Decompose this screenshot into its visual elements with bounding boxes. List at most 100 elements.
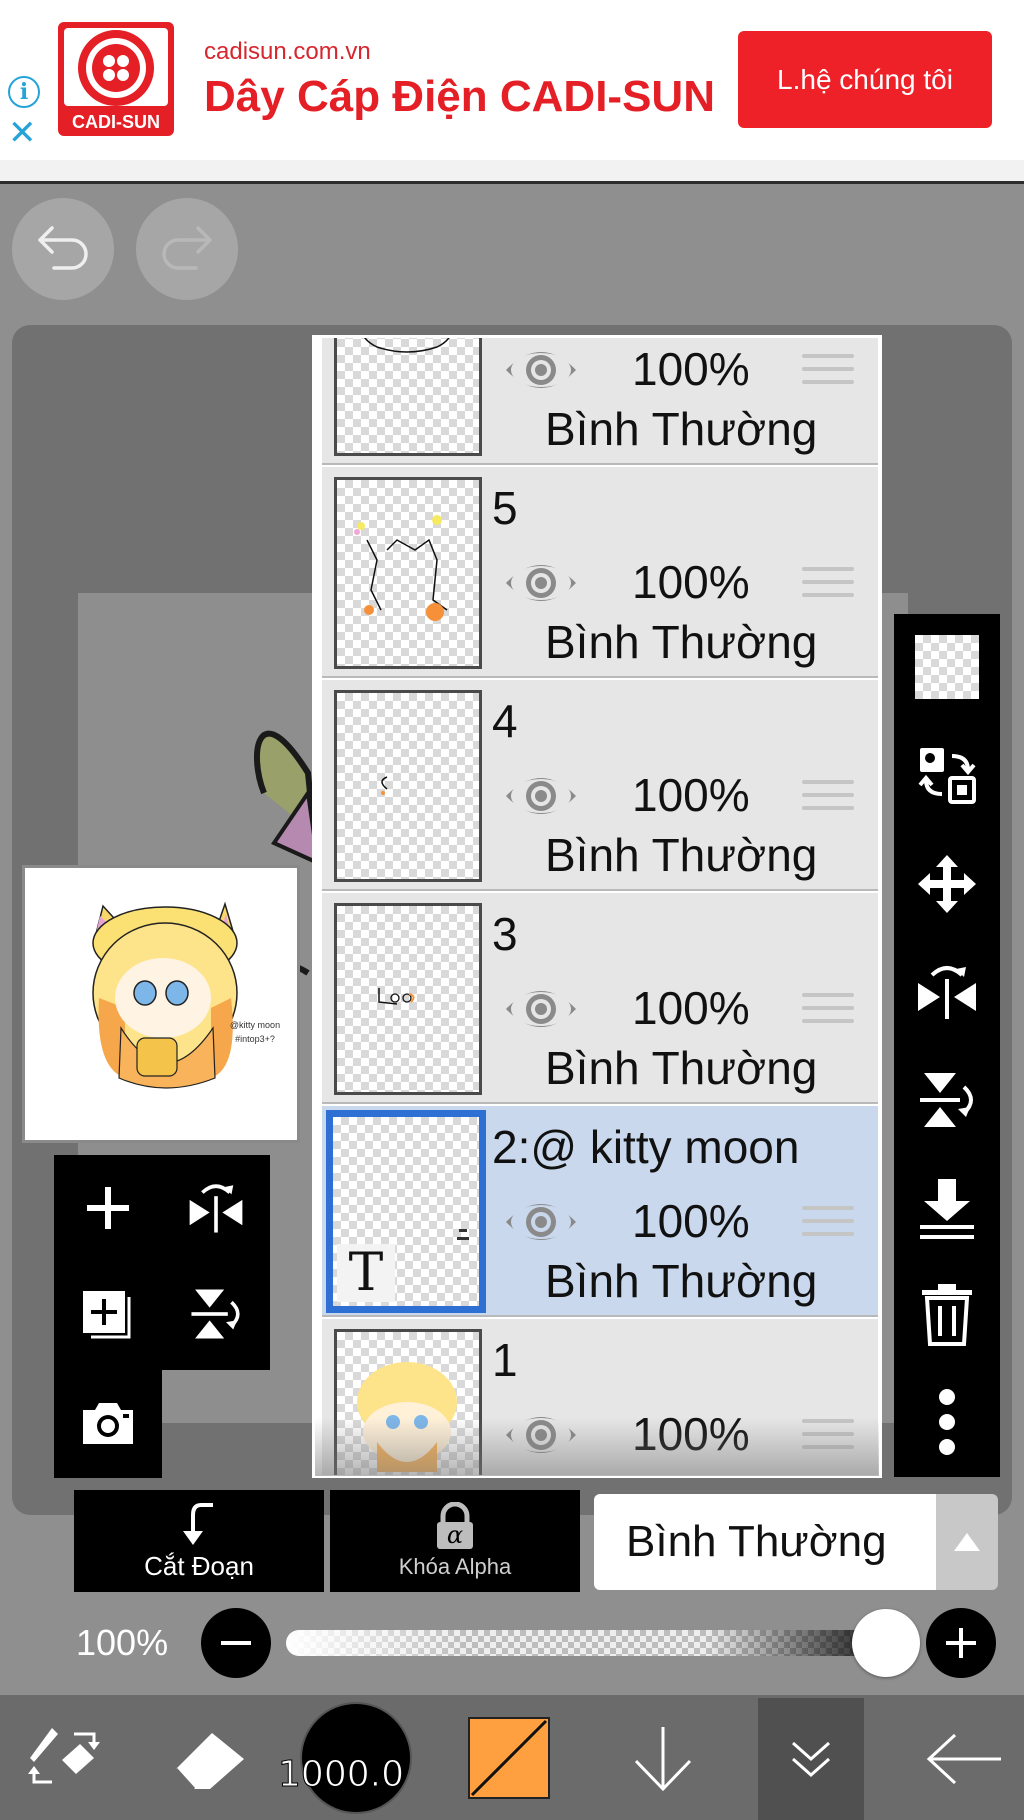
redo-button[interactable] [136, 198, 238, 300]
visibility-eye-icon[interactable] [504, 557, 578, 609]
layer-blend-mode: Bình Thường [545, 1255, 818, 1307]
flip-horizontal-button[interactable] [894, 944, 1000, 1040]
layer-thumbnail[interactable] [334, 903, 482, 1095]
redo-icon [158, 224, 216, 275]
plus-icon [946, 1628, 976, 1658]
opacity-increase-button[interactable] [926, 1608, 996, 1678]
flip-canvas-horizontal-button[interactable] [162, 1155, 270, 1261]
layer-name: 2:@ kitty moon [492, 1121, 800, 1173]
visibility-eye-icon[interactable] [504, 344, 578, 396]
flip-vertical-icon [920, 1073, 973, 1127]
drag-handle-icon[interactable] [802, 1206, 854, 1242]
layer-blend-mode: Bình Thường [545, 829, 818, 881]
ad-close-icon[interactable]: ✕ [8, 116, 37, 150]
drag-handle-icon[interactable] [802, 567, 854, 603]
ad-contact-button[interactable]: L.hệ chúng tôi [738, 31, 992, 128]
drag-handle-icon[interactable] [802, 354, 854, 390]
minus-icon [221, 1641, 251, 1645]
layer-opacity: 100% [632, 1195, 750, 1247]
layer-blend-mode: Bình Thường [545, 616, 818, 668]
ad-divider [0, 160, 1024, 184]
blend-mode-dropdown-button[interactable] [936, 1494, 998, 1590]
svg-text:CADI-SUN: CADI-SUN [72, 112, 160, 132]
layer-thumbnail-art [381, 776, 388, 795]
move-layer-button[interactable] [894, 836, 1000, 932]
double-chevron-down-icon [792, 1741, 830, 1778]
layer-name: 4 [492, 695, 518, 747]
trash-icon [922, 1284, 972, 1346]
flip-canvas-vertical-button[interactable] [162, 1261, 270, 1367]
undo-icon [34, 224, 92, 275]
layer-panel[interactable]: 100% Bình Thường 5 100% Bình Thường 4 100% Bình… [312, 335, 882, 1478]
flip-horizontal-icon [189, 1184, 243, 1233]
lock-icon: α [433, 1502, 477, 1550]
svg-text:@kitty moon: @kitty moon [230, 1020, 280, 1030]
tool-switch-button[interactable] [12, 1695, 118, 1820]
opacity-decrease-button[interactable] [201, 1608, 271, 1678]
layer-opacity: 100% [632, 982, 750, 1034]
layer-thumbnail-art [364, 338, 450, 353]
color-picker-button[interactable] [466, 1695, 552, 1820]
layer-name: 1 [492, 1334, 518, 1386]
opacity-slider-track[interactable] [286, 1630, 886, 1656]
duplicate-layer-button[interactable] [54, 1261, 162, 1367]
layer-down-button[interactable] [618, 1695, 708, 1820]
layer-thumbnail[interactable] [334, 477, 482, 669]
bottom-toolbar [0, 1695, 1024, 1820]
triangle-up-icon [954, 1533, 980, 1551]
flip-horizontal-icon [918, 966, 976, 1019]
layer-opacity: 100% [632, 769, 750, 821]
drag-handle-icon[interactable] [802, 780, 854, 816]
layer-thumbnail-art [378, 988, 415, 1005]
reference-preview[interactable]: @kitty moon #intop3+? [22, 865, 300, 1143]
visibility-eye-icon[interactable] [504, 1196, 578, 1248]
layer-thumbnail[interactable] [334, 338, 482, 456]
layer-add-tools [54, 1155, 270, 1370]
swap-layers-icon [918, 748, 976, 804]
alpha-lock-label: Khóa Alpha [398, 1554, 512, 1579]
add-layer-button[interactable] [54, 1155, 162, 1261]
undo-button[interactable] [12, 198, 114, 300]
camera-tool-area [54, 1370, 162, 1478]
layer-row[interactable]: 5 100% Bình Thường [322, 467, 878, 678]
cadisun-logo: CADI-SUN [54, 20, 178, 138]
eraser-tool-button[interactable] [160, 1695, 260, 1820]
layers-toggle-button[interactable] [758, 1698, 864, 1820]
layer-row[interactable]: T 2:@ kitty moon 100% Bình Thường [322, 1106, 878, 1317]
alpha-lock-button[interactable]: α Khóa Alpha [330, 1490, 580, 1592]
layer-row[interactable]: 100% Bình Thường [322, 338, 878, 465]
layer-row[interactable]: 3 100% Bình Thường [322, 893, 878, 1104]
merge-down-icon [920, 1179, 974, 1239]
layer-row[interactable]: 4 100% Bình Thường [322, 680, 878, 891]
plus-icon [87, 1187, 129, 1229]
merge-down-button[interactable] [894, 1160, 1000, 1256]
layer-thumbnail[interactable]: T [326, 1110, 486, 1313]
brush-size-value: 1000.0 [278, 1754, 405, 1796]
more-options-button[interactable] [894, 1374, 1000, 1470]
opacity-label: 100% [76, 1622, 169, 1663]
clipping-button[interactable]: Cắt Đoạn [74, 1490, 324, 1592]
flip-vertical-button[interactable] [894, 1052, 1000, 1148]
arrow-down-icon [634, 1726, 692, 1791]
ad-url[interactable]: cadisun.com.vn [204, 38, 371, 66]
delete-layer-button[interactable] [894, 1266, 1000, 1362]
blend-mode-select[interactable]: Bình Thường [594, 1494, 936, 1590]
ad-title[interactable]: Dây Cáp Điện CADI-SUN [204, 72, 715, 122]
import-photo-button[interactable] [54, 1370, 162, 1476]
svg-text:#intop3+?: #intop3+? [235, 1034, 275, 1044]
drag-handle-icon[interactable] [802, 993, 854, 1029]
clip-arrow-icon [183, 1502, 213, 1545]
layer-blend-mode: Bình Thường [545, 403, 818, 455]
layer-name: 5 [492, 482, 518, 534]
visibility-eye-icon[interactable] [504, 983, 578, 1035]
layer-tools-toolbar [894, 614, 1000, 1477]
layer-list-scroll-fade [315, 1418, 879, 1476]
back-button[interactable] [912, 1698, 1018, 1820]
swap-layers-button[interactable] [894, 727, 1000, 823]
layer-thumbnail[interactable] [334, 690, 482, 882]
visibility-eye-icon[interactable] [504, 770, 578, 822]
ad-info-icon[interactable]: i [8, 76, 40, 108]
opacity-slider-thumb[interactable] [852, 1609, 920, 1677]
move-arrows-icon [918, 855, 976, 913]
transparent-background-button[interactable] [894, 619, 1000, 715]
